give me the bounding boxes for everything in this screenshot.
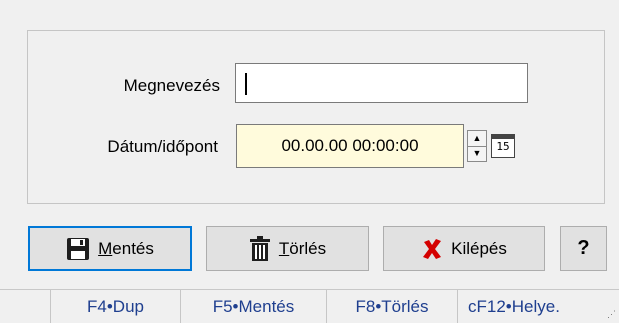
floppy-disk-icon bbox=[66, 237, 90, 261]
status-f4-dup[interactable]: F4•Dup bbox=[50, 290, 180, 323]
date-label: Dátum/időpont bbox=[107, 137, 218, 156]
text-caret bbox=[245, 73, 247, 95]
status-f8-delete[interactable]: F8•Törlés bbox=[326, 290, 457, 323]
calendar-icon bbox=[492, 135, 514, 139]
status-f5-save[interactable]: F5•Mentés bbox=[180, 290, 326, 323]
calendar-button[interactable]: 15 bbox=[491, 134, 515, 158]
exit-button[interactable]: Kilépés bbox=[383, 226, 545, 271]
resize-grip-icon[interactable]: ⋰ bbox=[607, 310, 616, 319]
trash-icon bbox=[249, 235, 271, 262]
status-cell-empty bbox=[0, 290, 50, 323]
save-button[interactable]: Mentés bbox=[28, 226, 192, 271]
save-button-label: Mentés bbox=[98, 238, 154, 258]
calendar-day: 15 bbox=[496, 140, 510, 153]
name-label: Megnevezés bbox=[123, 76, 220, 95]
status-cf12-place[interactable]: cF12•Helye. bbox=[457, 290, 597, 323]
name-input[interactable] bbox=[235, 63, 528, 103]
exit-button-label: Kilépés bbox=[451, 238, 507, 258]
input-group-box bbox=[27, 30, 605, 204]
delete-button-label: Törlés bbox=[278, 238, 327, 258]
delete-button[interactable]: Törlés bbox=[206, 226, 369, 271]
red-x-icon bbox=[421, 238, 443, 260]
spin-down-icon[interactable]: ▼ bbox=[468, 146, 486, 161]
datetime-input[interactable]: 00.00.00 00:00:00 bbox=[236, 124, 464, 168]
datetime-spinner[interactable]: ▲ ▼ bbox=[467, 130, 487, 162]
help-button[interactable]: ? bbox=[560, 226, 607, 271]
status-bar: F4•Dup F5•Mentés F8•Törlés cF12•Helye. ⋰ bbox=[0, 289, 619, 323]
spin-up-icon[interactable]: ▲ bbox=[468, 131, 486, 147]
